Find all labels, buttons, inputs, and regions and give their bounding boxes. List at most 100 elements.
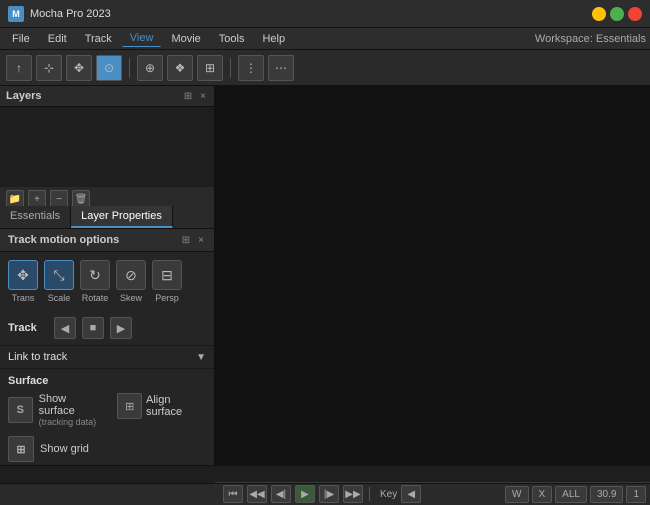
track-row-label: Track — [8, 322, 48, 334]
menu-movie[interactable]: Movie — [163, 31, 208, 47]
tool-circle[interactable]: ⊙ — [96, 55, 122, 81]
menu-file[interactable]: File — [4, 31, 38, 47]
layers-float-btn[interactable]: ⊞ — [182, 91, 194, 102]
key-label: Key — [380, 489, 397, 500]
track-option-trans[interactable]: ✥ Trans — [8, 260, 38, 303]
track-motion-controls: ⊞ × — [180, 235, 206, 246]
tl-prev[interactable]: ◀| — [271, 485, 291, 503]
skew-icon: ⊘ — [116, 260, 146, 290]
viewport — [215, 86, 650, 465]
toolbar: ↑ ⊹ ✥ ⊙ ⊕ ❖ ⊞ ⋮ ⋯ — [0, 50, 650, 86]
track-row: Track ◀ ■ ▶ — [0, 311, 214, 346]
link-to-track-label: Link to track — [8, 351, 196, 363]
show-grid-label: Show grid — [40, 443, 89, 455]
tl-w-btn[interactable]: W — [505, 486, 528, 503]
track-forward-btn[interactable]: ▶ — [110, 317, 132, 339]
show-surface-icon: S — [8, 397, 33, 423]
left-panel: Layers ⊞ × 📁 + − 🗑 Essentials Layer Prop… — [0, 86, 215, 465]
align-surface-label: Align surface — [146, 394, 206, 418]
menu-bar: File Edit Track View Movie Tools Help Wo… — [0, 28, 650, 50]
tool-pan[interactable]: ✥ — [66, 55, 92, 81]
menu-help[interactable]: Help — [254, 31, 293, 47]
skew-label: Skew — [120, 293, 142, 303]
track-panel: Track motion options ⊞ × ✥ Trans ⤡ Scale… — [0, 229, 214, 465]
surface-section: Surface S Show surface (tracking data) ⊞… — [0, 369, 214, 465]
tl-go-start[interactable]: ⏮ — [223, 485, 243, 503]
layers-panel-header: Layers ⊞ × — [0, 86, 214, 107]
track-option-rotate[interactable]: ↻ Rotate — [80, 260, 110, 303]
layers-area — [0, 107, 214, 187]
toolbar-separator-1 — [129, 58, 130, 78]
layers-panel-controls: ⊞ × — [182, 91, 208, 102]
track-option-persp[interactable]: ⊟ Persp — [152, 260, 182, 303]
tl-next[interactable]: |▶ — [319, 485, 339, 503]
surface-title: Surface — [8, 375, 206, 387]
track-option-skew[interactable]: ⊘ Skew — [116, 260, 146, 303]
toolbar-separator-2 — [230, 58, 231, 78]
tl-go-end[interactable]: ▶▶ — [343, 485, 363, 503]
tl-key-prev[interactable]: ◀ — [401, 485, 421, 503]
layers-close-btn[interactable]: × — [198, 91, 208, 102]
show-grid-item[interactable]: ⊞ Show grid — [8, 436, 206, 462]
tl-page-btn[interactable]: 1 — [626, 486, 646, 503]
tabs-bar: Essentials Layer Properties — [0, 206, 214, 229]
timeline: // Draw ruler marks via JS below ⏮ ◀◀ ◀|… — [0, 465, 650, 505]
timeline-ruler: // Draw ruler marks via JS below — [0, 466, 650, 484]
align-surface-icon: ⊞ — [117, 393, 142, 419]
trans-label: Trans — [12, 293, 35, 303]
tool-diamond[interactable]: ❖ — [167, 55, 193, 81]
layers-panel-title: Layers — [6, 90, 41, 102]
title-bar: M Mocha Pro 2023 − □ × — [0, 0, 650, 28]
tl-x-btn[interactable]: X — [532, 486, 553, 503]
link-to-track-arrow: ▼ — [196, 352, 206, 363]
menu-track[interactable]: Track — [77, 31, 120, 47]
tool-select[interactable]: ↑ — [6, 55, 32, 81]
track-options-grid: ✥ Trans ⤡ Scale ↻ Rotate ⊘ Skew ⊟ Pers — [0, 252, 214, 311]
align-surface-item[interactable]: ⊞ Align surface — [117, 393, 206, 419]
app-icon: M — [8, 6, 24, 22]
show-surface-label: Show surface — [39, 393, 102, 417]
track-float-btn[interactable]: ⊞ — [180, 235, 192, 246]
tl-prev-frame[interactable]: ◀◀ — [247, 485, 267, 503]
maximize-button[interactable]: □ — [610, 7, 624, 21]
track-close-btn[interactable]: × — [196, 235, 206, 246]
layers-panel: Layers ⊞ × 📁 + − 🗑 — [0, 86, 214, 206]
menu-edit[interactable]: Edit — [40, 31, 75, 47]
show-surface-sublabel: (tracking data) — [39, 417, 102, 427]
tab-layer-properties[interactable]: Layer Properties — [71, 206, 173, 228]
tl-zoom-btn[interactable]: 30.9 — [590, 486, 623, 503]
tl-separator-1 — [369, 487, 370, 501]
main-layout: Layers ⊞ × 📁 + − 🗑 Essentials Layer Prop… — [0, 86, 650, 465]
tool-grid[interactable]: ⊞ — [197, 55, 223, 81]
track-motion-panel-header: Track motion options ⊞ × — [0, 229, 214, 252]
tl-all-btn[interactable]: ALL — [555, 486, 587, 503]
show-surface-item[interactable]: S Show surface (tracking data) — [8, 393, 101, 427]
tab-essentials[interactable]: Essentials — [0, 206, 71, 228]
workspace-label: Workspace: Essentials — [535, 33, 646, 45]
tl-right-buttons: W X ALL 30.9 1 — [505, 486, 646, 503]
scale-icon: ⤡ — [44, 260, 74, 290]
ruler-svg: // Draw ruler marks via JS below — [215, 466, 650, 483]
rotate-icon: ↻ — [80, 260, 110, 290]
tool-extra1[interactable]: ⋮ — [238, 55, 264, 81]
tool-cross[interactable]: ⊕ — [137, 55, 163, 81]
track-motion-title: Track motion options — [8, 234, 119, 246]
scale-label: Scale — [48, 293, 71, 303]
rotate-label: Rotate — [82, 293, 109, 303]
track-option-scale[interactable]: ⤡ Scale — [44, 260, 74, 303]
tool-pointer[interactable]: ⊹ — [36, 55, 62, 81]
tool-extra2[interactable]: ⋯ — [268, 55, 294, 81]
tl-play[interactable]: ▶ — [295, 485, 315, 503]
track-backward-btn[interactable]: ◀ — [54, 317, 76, 339]
minimize-button[interactable]: − — [592, 7, 606, 21]
persp-icon: ⊟ — [152, 260, 182, 290]
menu-view[interactable]: View — [122, 30, 162, 47]
timeline-controls: ⏮ ◀◀ ◀| ▶ |▶ ▶▶ Key ◀ W X ALL 30.9 1 — [0, 484, 650, 505]
link-to-track-row[interactable]: Link to track ▼ — [0, 346, 214, 369]
menu-tools[interactable]: Tools — [211, 31, 253, 47]
track-stop-btn[interactable]: ■ — [82, 317, 104, 339]
persp-label: Persp — [155, 293, 179, 303]
close-button[interactable]: × — [628, 7, 642, 21]
window-title: Mocha Pro 2023 — [30, 8, 592, 20]
trans-icon: ✥ — [8, 260, 38, 290]
